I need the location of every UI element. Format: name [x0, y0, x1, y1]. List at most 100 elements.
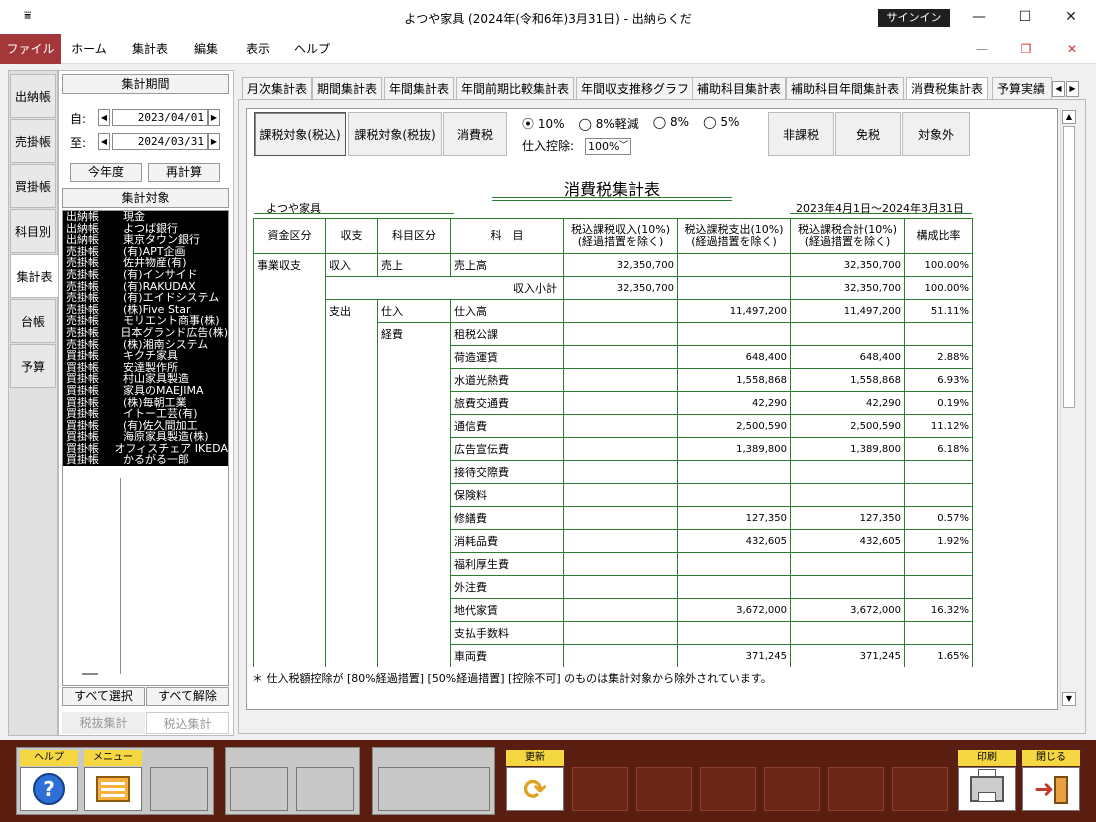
list-item[interactable]: 売掛帳(有)エイドシステム [63, 292, 228, 304]
tab-payables[interactable]: 買掛帳 [10, 164, 56, 208]
cell-io [326, 645, 378, 668]
scroll-thumb[interactable] [1063, 126, 1075, 408]
select-all-button[interactable]: すべて選択 [62, 687, 145, 706]
menu-edit[interactable]: 編集 [186, 34, 226, 64]
list-item[interactable]: 売掛帳佐井物産(有) [63, 257, 228, 269]
tab-summary[interactable]: 集計表 [10, 254, 58, 298]
to-date-field[interactable]: 2024/03/31 [112, 133, 208, 150]
list-item[interactable]: 売掛帳日本グランド広告(株) [63, 327, 228, 339]
list-item[interactable]: 買掛帳安達製作所 [63, 362, 228, 374]
rate-5-radio[interactable]: ◯ 5% [703, 115, 739, 132]
tab-cashbook[interactable]: 出納帳 [10, 74, 56, 118]
scroll-up-icon[interactable]: ▲ [1062, 110, 1076, 124]
tab-scroll-left-icon[interactable]: ◀ [1052, 81, 1065, 97]
list-item[interactable]: 売掛帳(株)Five Star [63, 304, 228, 316]
list-item[interactable]: 買掛帳(有)佐久間加工 [63, 420, 228, 432]
menu-view[interactable]: 表示 [238, 34, 278, 64]
list-item[interactable]: 買掛帳家具のMAEJIMA [63, 385, 228, 397]
to-next-icon[interactable]: ▶ [208, 133, 220, 150]
cell-cat: 経費 [378, 323, 451, 346]
menu-home[interactable]: ホーム [66, 34, 112, 64]
tax-incl-tab[interactable]: 税込集計 [146, 712, 229, 734]
list-item-book: 買掛帳 [63, 443, 115, 455]
minimize-icon[interactable]: — [956, 0, 1002, 34]
menu-file[interactable]: ファイル [0, 34, 61, 64]
signin-button[interactable]: サインイン [878, 9, 950, 27]
list-item[interactable]: 出納帳よつば銀行 [63, 223, 228, 235]
clear-all-button[interactable]: すべて解除 [146, 687, 229, 706]
ribbon-minimize-icon[interactable]: — [970, 34, 994, 64]
tab-annual-compare[interactable]: 年間前期比較集計表 [456, 77, 574, 99]
scroll-down-icon[interactable]: ▼ [1062, 692, 1076, 706]
list-item[interactable]: 買掛帳イトー工芸(有) [63, 408, 228, 420]
excluded-button[interactable]: 対象外 [902, 112, 970, 156]
cell-inc [564, 346, 678, 369]
cell-pct: 100.00% [905, 254, 973, 277]
recalc-button[interactable]: 再計算 [148, 163, 220, 182]
close-window-icon[interactable]: ✕ [1048, 0, 1094, 34]
ribbon-close-icon[interactable]: ✕ [1060, 34, 1084, 64]
non-taxable-button[interactable]: 非課税 [768, 112, 834, 156]
rate-8-radio[interactable]: ◯ 8% [653, 115, 689, 132]
taxable-incl-button[interactable]: 課税対象(税込) [254, 112, 346, 156]
from-next-icon[interactable]: ▶ [208, 109, 220, 126]
print-button[interactable] [958, 767, 1016, 811]
list-item[interactable]: 買掛帳オフィスチェア IKEDA [63, 443, 228, 455]
tab-consumption-tax[interactable]: 消費税集計表 [906, 77, 988, 100]
exempt-button[interactable]: 免税 [835, 112, 901, 156]
help-button[interactable]: ? [20, 767, 78, 811]
list-item[interactable]: 出納帳東京タウン銀行 [63, 234, 228, 246]
cell-io [326, 507, 378, 530]
list-item[interactable]: 売掛帳(有)インサイド [63, 269, 228, 281]
list-item[interactable]: 買掛帳海原家具製造(株) [63, 431, 228, 443]
list-item[interactable]: 買掛帳(株)毎朝工業 [63, 397, 228, 409]
account-list[interactable]: 出納帳現金出納帳よつば銀行出納帳東京タウン銀行売掛帳(有)APT企画売掛帳佐井物… [62, 210, 229, 686]
cell-io [326, 346, 378, 369]
list-item[interactable]: 売掛帳(有)APT企画 [63, 246, 228, 258]
tab-trend-graph[interactable]: 年間収支推移グラフ [576, 77, 694, 99]
close-button[interactable]: ➜ [1022, 767, 1080, 811]
taxable-excl-button[interactable]: 課税対象(税抜) [348, 112, 442, 156]
cell-tot [791, 622, 905, 645]
rate-10-radio[interactable]: ⦿ 10% [522, 115, 565, 132]
from-prev-icon[interactable]: ◀ [98, 109, 110, 126]
menu-summary[interactable]: 集計表 [124, 34, 176, 64]
vertical-scrollbar[interactable]: ▲ ▼ [1060, 108, 1077, 710]
list-item[interactable]: 売掛帳(株)湘南システム [63, 339, 228, 351]
list-item[interactable]: 売掛帳(有)RAKUDAX [63, 281, 228, 293]
rate-8r-radio[interactable]: ◯ 8%軽減 [579, 115, 639, 132]
menu-help[interactable]: ヘルプ [290, 34, 334, 64]
refresh-button[interactable]: ⟳ [506, 767, 564, 811]
cell-item: 仕入高 [451, 300, 564, 323]
tab-budget-actual[interactable]: 予算実績 [992, 77, 1052, 99]
from-date-field[interactable]: 2023/04/01 [112, 109, 208, 126]
menu-button[interactable] [84, 767, 142, 811]
list-item[interactable]: 買掛帳村山家具製造 [63, 373, 228, 385]
tab-receivables[interactable]: 売掛帳 [10, 119, 56, 163]
list-item[interactable]: 出納帳現金 [63, 211, 228, 223]
tab-annual[interactable]: 年間集計表 [384, 77, 454, 99]
to-prev-icon[interactable]: ◀ [98, 133, 110, 150]
tab-sub-account-annual[interactable]: 補助科目年間集計表 [786, 77, 904, 99]
list-handle[interactable] [82, 673, 98, 675]
this-year-button[interactable]: 今年度 [70, 163, 142, 182]
maximize-icon[interactable]: ☐ [1002, 0, 1048, 34]
deduction-select[interactable]: 100%﹀ [585, 138, 631, 155]
list-item-account: (有)エイドシステム [123, 292, 219, 304]
tab-scroll-right-icon[interactable]: ▶ [1066, 81, 1079, 97]
tab-sub-account[interactable]: 補助科目集計表 [692, 77, 786, 99]
cell-exp: 127,350 [678, 507, 791, 530]
tab-by-account[interactable]: 科目別 [10, 209, 56, 253]
tab-budget[interactable]: 予算 [10, 344, 56, 388]
list-item[interactable]: 買掛帳かるがる一郎 [63, 454, 228, 466]
tax-excl-tab[interactable]: 税抜集計 [62, 712, 145, 734]
list-item[interactable]: 買掛帳キクチ家具 [63, 350, 228, 362]
consumption-tax-button[interactable]: 消費税 [443, 112, 507, 156]
tab-period[interactable]: 期間集計表 [312, 77, 382, 99]
tab-ledger[interactable]: 台帳 [10, 299, 56, 343]
cell-item: 租税公課 [451, 323, 564, 346]
tab-monthly[interactable]: 月次集計表 [242, 77, 312, 99]
ribbon-restore-icon[interactable]: ❐ [1014, 34, 1038, 64]
list-item[interactable]: 売掛帳モリエント商事(株) [63, 315, 228, 327]
cell-fund [254, 323, 326, 346]
